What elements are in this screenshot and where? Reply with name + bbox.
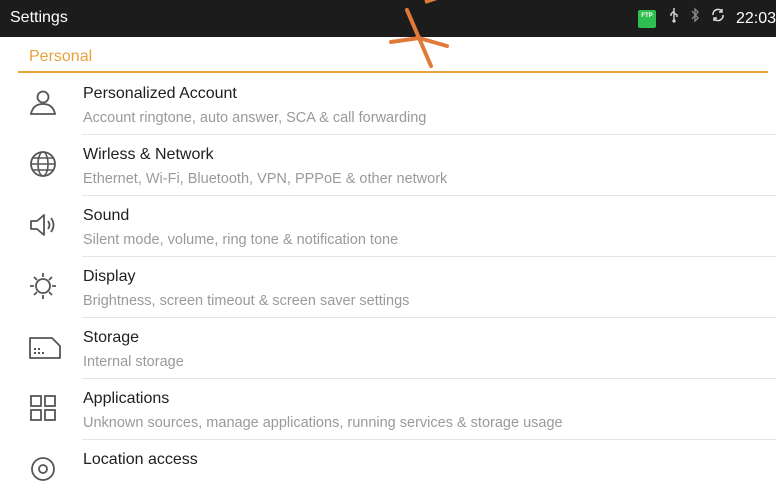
sync-icon [710, 0, 726, 37]
item-subtitle: Internal storage [83, 354, 184, 370]
person-icon [28, 88, 58, 118]
status-bar-title: Settings [10, 9, 68, 26]
settings-item-applications[interactable]: Applications Unknown sources, manage app… [0, 379, 776, 440]
settings-item-display[interactable]: Display Brightness, screen timeout & scr… [0, 257, 776, 318]
settings-item-storage[interactable]: Storage Internal storage [0, 318, 776, 379]
globe-icon [28, 149, 58, 179]
annotation-mark [389, 0, 449, 68]
location-icon [28, 454, 58, 484]
item-subtitle: Unknown sources, manage applications, ru… [83, 415, 563, 431]
settings-item-sound[interactable]: Sound Silent mode, volume, ring tone & n… [0, 196, 776, 257]
item-subtitle: Silent mode, volume, ring tone & notific… [83, 232, 399, 248]
speaker-icon [28, 210, 58, 240]
item-subtitle: Brightness, screen timeout & screen save… [83, 293, 410, 309]
settings-item-location-access[interactable]: Location access [0, 440, 776, 501]
usb-icon [668, 0, 680, 37]
item-title: Personalized Account [83, 85, 237, 102]
apps-grid-icon [28, 393, 58, 423]
brightness-icon [28, 271, 58, 301]
sd-card-icon [28, 332, 61, 362]
item-title: Display [83, 268, 136, 285]
settings-item-wireless-network[interactable]: Wirless & Network Ethernet, Wi-Fi, Bluet… [0, 135, 776, 196]
item-title: Sound [83, 207, 130, 224]
status-bar-icons: FTP 22:03 [637, 0, 776, 37]
item-title: Applications [83, 390, 170, 407]
clock: 22:03 [735, 9, 776, 27]
item-subtitle: Ethernet, Wi-Fi, Bluetooth, VPN, PPPoE &… [83, 171, 448, 187]
item-subtitle: Account ringtone, auto answer, SCA & cal… [83, 110, 427, 126]
item-title: Location access [83, 451, 198, 468]
bluetooth-icon [690, 0, 700, 37]
item-title: Storage [83, 329, 140, 346]
item-title: Wirless & Network [83, 146, 214, 163]
section-header-personal: Personal [29, 48, 93, 65]
settings-item-personalized-account[interactable]: Personalized Account Account ringtone, a… [0, 74, 776, 135]
ftp-icon: FTP [637, 9, 656, 28]
section-divider [18, 71, 768, 73]
settings-list: Personalized Account Account ringtone, a… [0, 74, 776, 501]
